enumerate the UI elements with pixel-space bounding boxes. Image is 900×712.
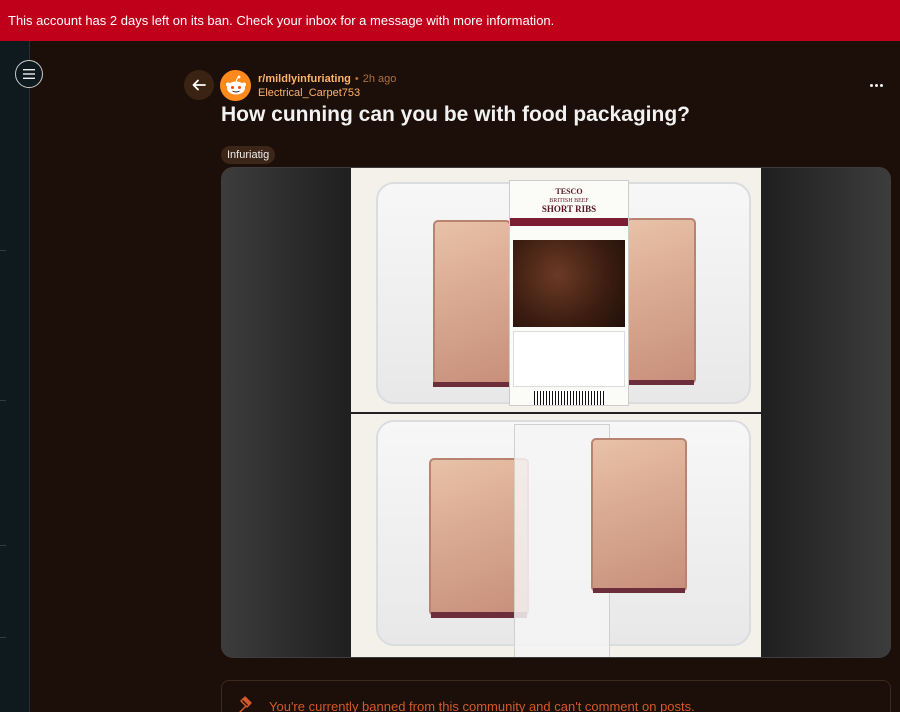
image-panel-unpackaged — [351, 414, 761, 657]
author-link[interactable]: Electrical_Carpet753 — [258, 86, 396, 100]
gavel-icon — [239, 696, 252, 712]
post-flair[interactable]: Infuriatig — [221, 146, 276, 164]
subreddit-avatar[interactable] — [220, 70, 251, 101]
label-brand: TESCO — [555, 187, 583, 196]
image-divider — [351, 412, 761, 414]
ban-banner-text: This account has 2 days left on its ban.… — [8, 13, 555, 28]
image-panel-packaged: TESCO BRITISH BEEF SHORT RIBS — [351, 168, 761, 412]
arrow-left-icon — [192, 79, 206, 91]
rail-divider — [0, 400, 6, 401]
post-image[interactable]: TESCO BRITISH BEEF SHORT RIBS — [351, 168, 761, 657]
more-options-button[interactable] — [864, 75, 888, 95]
meat-right — [591, 438, 687, 592]
post-media[interactable]: TESCO BRITISH BEEF SHORT RIBS — [221, 167, 891, 658]
post-flair-label: Infuriatig — [227, 149, 270, 161]
post-title: How cunning can you be with food packagi… — [221, 103, 691, 126]
post-meta: r/mildlyinfuriating • 2h ago Electrical_… — [258, 72, 396, 100]
rail-divider — [0, 637, 6, 638]
label-strip — [510, 218, 628, 226]
subreddit-link[interactable]: r/mildlyinfuriating — [258, 72, 351, 86]
menu-button[interactable] — [15, 60, 43, 88]
product-label: TESCO BRITISH BEEF SHORT RIBS — [509, 180, 629, 406]
subreddit-icon — [225, 75, 246, 94]
hamburger-icon — [23, 69, 35, 79]
label-price-area — [513, 331, 625, 388]
ban-comment-message: You're currently banned from this commun… — [269, 699, 695, 712]
label-line2: SHORT RIBS — [541, 204, 597, 214]
back-button[interactable] — [184, 70, 214, 100]
meat-left — [433, 220, 511, 386]
meat-right — [626, 218, 696, 384]
ban-banner: This account has 2 days left on its ban.… — [0, 0, 900, 41]
barcode — [534, 391, 604, 406]
post-time: 2h ago — [362, 73, 397, 85]
meta-separator: • — [354, 73, 359, 85]
rail-divider — [0, 545, 6, 546]
left-rail — [0, 41, 30, 712]
label-photo — [513, 239, 625, 328]
more-horizontal-icon — [869, 83, 873, 87]
rail-divider — [0, 250, 6, 251]
